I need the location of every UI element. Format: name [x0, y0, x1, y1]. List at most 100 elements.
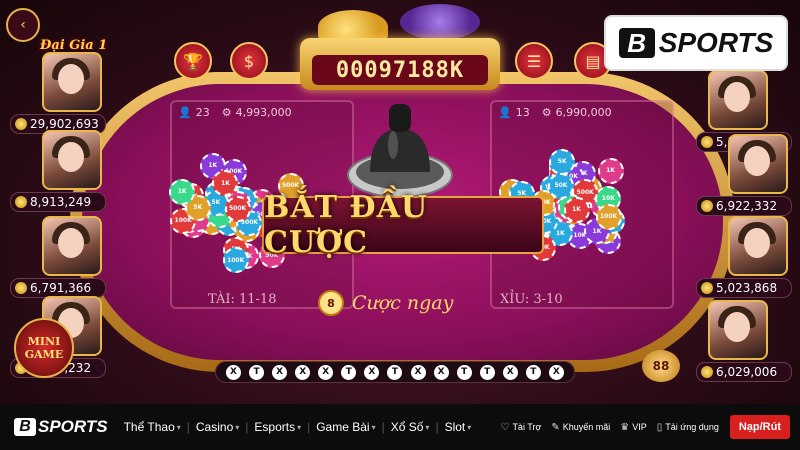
user-icon: 👤 [498, 106, 512, 119]
promo-icon: ✎ [551, 421, 560, 433]
banner-text: BẮT ĐẦU CƯỢC [264, 190, 429, 260]
bet-chip: 100K [222, 247, 249, 274]
coin-icon [15, 282, 27, 294]
player-seat-left-3[interactable]: 6,791,366 [10, 216, 106, 298]
site-logo[interactable]: B SPORTS [14, 417, 108, 437]
user-icon: 👤 [178, 106, 192, 119]
logo-word: SPORTS [38, 417, 108, 436]
site-navbar: B SPORTS Thể Thao ▾ | Casino ▾ | Esports ▾ | Game… [0, 404, 800, 450]
history-result-5: T [341, 364, 357, 380]
util-link-1[interactable]: ✎ Khuyến mãi [546, 422, 615, 433]
dollar-icon: $ [243, 51, 255, 71]
menu-item-label: Esports [254, 420, 296, 434]
history-result-4: X [318, 364, 334, 380]
tai-stats: 👤 23 ⚙ 4,993,000 [178, 106, 292, 119]
chart-icon: ▤ [585, 51, 601, 71]
brand-logo-mark: B [618, 28, 655, 58]
util-link-3[interactable]: ▯ Tải ứng dụng [652, 422, 724, 433]
player-seat-right-3[interactable]: 5,023,868 [696, 216, 792, 298]
mini-game-label-1: MINI [27, 335, 61, 348]
util-link-0[interactable]: ♡ Tài Trợ [495, 422, 546, 433]
bet-chip: 1K [169, 178, 196, 205]
menu-item-5[interactable]: Slot ▾ [439, 420, 478, 434]
xiu-label: XỈU: 3-10 [500, 292, 563, 307]
coin-icon [701, 200, 713, 212]
logo-mark: B [14, 418, 36, 436]
util-link-2[interactable]: ♛ VIP [615, 422, 651, 433]
menu-item-4[interactable]: Xổ Số ▾ [385, 420, 436, 434]
player-balance: 6,029,006 [696, 362, 792, 382]
xiu-bet-amount: 6,990,000 [555, 106, 612, 119]
tai-player-count: 23 [195, 106, 210, 119]
menu-item-3[interactable]: Game Bài ▾ [310, 420, 381, 434]
balance-button[interactable]: $ [230, 42, 268, 80]
player-seat-left-1[interactable]: 29,902,693 [10, 52, 106, 134]
history-result-2: X [272, 364, 288, 380]
avatar [708, 300, 768, 360]
sponsor-icon: ♡ [500, 421, 510, 433]
menu-item-1[interactable]: Casino ▾ [190, 420, 245, 434]
top-player-title: Đại Gia 1 [40, 38, 108, 53]
history-result-7: T [387, 364, 403, 380]
leaderboard-button[interactable]: 🏆 [174, 42, 212, 80]
history-result-11: T [479, 364, 495, 380]
coin-icon [15, 118, 27, 130]
avatar [42, 130, 102, 190]
history-button[interactable]: ☰ [515, 42, 553, 80]
history-result-8: X [410, 364, 426, 380]
chat-button[interactable]: 88 [642, 350, 680, 382]
back-button[interactable]: ‹ [6, 8, 40, 42]
player-seat-left-2[interactable]: 8,913,249 [10, 130, 106, 212]
menu-item-2[interactable]: Esports ▾ [248, 420, 307, 434]
avatar [708, 70, 768, 130]
history-result-10: T [456, 364, 472, 380]
bet-chip: 50K [547, 172, 574, 199]
list-icon: ☰ [526, 51, 542, 71]
bet-chip: 100K [595, 203, 622, 230]
history-result-13: T [525, 364, 541, 380]
chevron-down-icon: ▾ [467, 422, 472, 432]
avatar [728, 134, 788, 194]
history-result-1: T [249, 364, 265, 380]
start-betting-banner: BẮT ĐẦU CƯỢC [262, 190, 544, 260]
player-balance: 6,791,366 [10, 278, 106, 298]
history-result-12: X [502, 364, 518, 380]
jackpot-counter: 00097188K [312, 55, 488, 85]
player-balance: 5,023,868 [696, 278, 792, 298]
gear-icon: ⚙ [541, 106, 552, 119]
main-menu: Thể Thao ▾ | Casino ▾ | Esports ▾ | Game Bài ▾ | Xổ … [118, 420, 478, 434]
coin-icon [15, 196, 27, 208]
download-app-icon: ▯ [656, 421, 663, 433]
back-arrow-icon: ‹ [20, 17, 26, 33]
coin-icon [701, 282, 713, 294]
result-history-strip: XTXXXTXTXXTTXTX [215, 361, 575, 383]
brand-logo-word: SPORTS [658, 27, 774, 58]
player-seat-right-2[interactable]: 6,922,332 [696, 134, 792, 216]
game-canvas: ‹ 👤 23 ⚙ 4,993,000 TÀI: 11-18 👤 13 ⚙ 6,9… [0, 0, 800, 404]
bet-chip: 500K [224, 195, 251, 222]
player-seat-right-4[interactable]: 6,029,006 [696, 300, 792, 382]
menu-item-label: Casino [195, 420, 234, 434]
menu-item-label: Thể Thao [123, 420, 175, 434]
chevron-down-icon: ▾ [371, 422, 376, 432]
player-balance: 8,913,249 [10, 192, 106, 212]
chat-badge: 88 [652, 359, 670, 373]
bet-chip: 1K [597, 157, 624, 184]
history-result-6: X [364, 364, 380, 380]
avatar [42, 216, 102, 276]
bet-now-label: Cược ngay [352, 292, 454, 314]
tai-bet-amount: 4,993,000 [235, 106, 292, 119]
trophy-icon: 🏆 [183, 51, 203, 71]
menu-item-0[interactable]: Thể Thao ▾ [118, 420, 187, 434]
history-result-14: X [548, 364, 564, 380]
bet-chip: 1K [563, 196, 590, 223]
mini-game-button[interactable]: MINI GAME [14, 318, 74, 378]
brand-watermark: B SPORTS [604, 15, 788, 71]
mini-game-label-2: GAME [24, 348, 64, 361]
deposit-withdraw-button[interactable]: Nạp/Rút [729, 415, 790, 439]
bet-now-timer[interactable]: 8 Cược ngay [318, 290, 453, 316]
xiu-stats: 👤 13 ⚙ 6,990,000 [498, 106, 612, 119]
util-link-label: Tải ứng dụng [665, 422, 719, 432]
history-result-0: X [226, 364, 242, 380]
util-link-label: Tài Trợ [512, 422, 542, 432]
